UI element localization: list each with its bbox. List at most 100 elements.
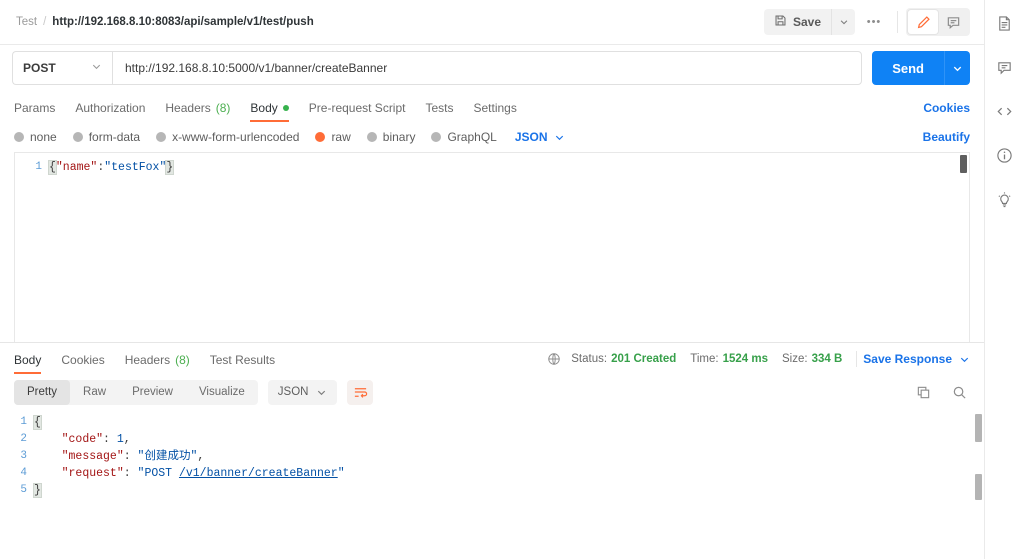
body-type-raw[interactable]: raw — [315, 130, 351, 144]
response-line-5: } — [33, 482, 984, 499]
chevron-down-icon — [960, 357, 969, 362]
save-button[interactable]: Save — [764, 9, 831, 35]
body-type-label: raw — [331, 130, 351, 144]
http-method-select[interactable]: POST — [12, 51, 112, 85]
tab-pre-request-script[interactable]: Pre-request Script — [299, 101, 416, 122]
size-group: Size: 334 B — [782, 353, 842, 365]
response-toolbar: Pretty Raw Preview Visualize JSON — [0, 374, 984, 410]
body-type-binary[interactable]: binary — [366, 130, 415, 144]
tab-label: Tests — [425, 101, 454, 115]
tab-tests[interactable]: Tests — [415, 101, 463, 122]
tab-label: Cookies — [61, 353, 105, 367]
scrollbar-thumb-top[interactable] — [975, 414, 982, 442]
toolbar-divider — [897, 11, 898, 33]
response-scrollbar[interactable] — [974, 412, 982, 557]
view-mode-visualize[interactable]: Visualize — [186, 380, 258, 405]
tab-label: Headers — [124, 353, 171, 367]
token-value-code: 1 — [116, 433, 124, 446]
tab-label: Body — [250, 101, 278, 115]
top-bar-actions: Save ••• — [763, 8, 970, 36]
code-snippet-icon[interactable] — [992, 98, 1018, 124]
tab-params[interactable]: Params — [14, 101, 65, 122]
body-type-label: GraphQL — [447, 130, 497, 144]
tab-label: Settings — [473, 101, 517, 115]
edit-button[interactable] — [908, 10, 938, 34]
wrap-text-icon — [354, 387, 368, 398]
response-body-viewer[interactable]: 1 2 3 4 5 { "code": 1, "message": "创建成功"… — [0, 410, 984, 559]
response-toolbar-actions — [912, 381, 970, 403]
response-request-path-link[interactable]: /v1/banner/createBanner — [179, 467, 338, 480]
tab-body[interactable]: Body — [240, 101, 298, 122]
scrollbar-thumb[interactable] — [960, 155, 967, 173]
copy-button[interactable] — [912, 381, 934, 403]
response-tab-cookies[interactable]: Cookies — [51, 353, 114, 374]
request-format-select[interactable]: JSON — [515, 130, 565, 144]
comments-icon[interactable] — [992, 54, 1018, 80]
size-value: 334 B — [811, 353, 843, 365]
tab-count: (8) — [175, 353, 190, 367]
body-type-label: form-data — [88, 130, 141, 144]
request-editor-scrollbar[interactable] — [959, 155, 967, 340]
response-meta: Status: 201 Created Time: 1524 ms Size: … — [547, 351, 970, 374]
tab-headers[interactable]: Headers (8) — [155, 101, 240, 122]
size-label: Size: — [782, 353, 808, 365]
line-number: 3 — [20, 450, 27, 462]
response-line-2: "code": 1, — [34, 431, 984, 448]
tips-icon[interactable] — [992, 186, 1018, 212]
search-button[interactable] — [948, 381, 970, 403]
tab-authorization[interactable]: Authorization — [65, 101, 155, 122]
save-dropdown-button[interactable] — [831, 9, 855, 35]
body-type-none[interactable]: none — [14, 130, 57, 144]
body-type-form-data[interactable]: form-data — [72, 130, 141, 144]
documentation-icon[interactable] — [992, 10, 1018, 36]
save-response-button[interactable]: Save Response — [863, 352, 952, 366]
token-value-message: "创建成功" — [137, 450, 198, 463]
scrollbar-thumb-bottom[interactable] — [975, 474, 982, 500]
request-tabs: Params Authorization Headers (8) Body Pr… — [0, 91, 984, 122]
search-icon — [953, 386, 966, 399]
url-input[interactable]: http://192.168.8.10:5000/v1/banner/creat… — [112, 51, 863, 85]
response-tab-headers[interactable]: Headers (8) — [115, 353, 200, 374]
body-type-graphql[interactable]: GraphQL — [431, 130, 497, 144]
url-row: POST http://192.168.8.10:5000/v1/banner/… — [0, 45, 984, 91]
more-options-button[interactable]: ••• — [859, 9, 889, 35]
view-mode-preview[interactable]: Preview — [119, 380, 186, 405]
radio-icon — [72, 132, 83, 142]
cookies-link[interactable]: Cookies — [923, 101, 970, 115]
chevron-down-icon — [953, 66, 962, 71]
request-tabs-right: Cookies — [923, 101, 970, 122]
response-tabs: Body Cookies Headers (8) Test Results St… — [0, 342, 984, 374]
line-number: 4 — [20, 467, 27, 479]
body-type-urlencoded[interactable]: x-www-form-urlencoded — [156, 130, 299, 144]
send-button[interactable]: Send — [872, 51, 944, 85]
time-group: Time: 1524 ms — [690, 353, 768, 365]
token-close-brace: } — [33, 483, 42, 498]
send-dropdown-button[interactable] — [944, 51, 970, 85]
body-type-label: none — [30, 130, 57, 144]
radio-icon — [14, 132, 24, 142]
request-body-code[interactable]: {"name":"testFox"} — [48, 153, 969, 342]
breadcrumb-root[interactable]: Test — [16, 16, 37, 28]
response-format-select[interactable]: JSON — [267, 379, 338, 405]
view-mode-raw[interactable]: Raw — [70, 380, 119, 405]
breadcrumb-request-name[interactable]: http://192.168.8.10:8083/api/sample/v1/t… — [52, 16, 313, 28]
body-modified-dot-icon — [282, 105, 289, 111]
comment-button[interactable] — [938, 10, 968, 34]
info-icon[interactable] — [992, 142, 1018, 168]
response-tab-body[interactable]: Body — [14, 353, 51, 374]
save-response-dropdown[interactable] — [959, 354, 970, 365]
response-meta-divider — [856, 351, 858, 367]
chevron-down-icon — [91, 61, 102, 75]
response-tab-test-results[interactable]: Test Results — [200, 353, 285, 374]
wrap-lines-button[interactable] — [347, 379, 374, 405]
status-group: Status: 201 Created — [571, 353, 676, 365]
request-body-editor[interactable]: 1 {"name":"testFox"} — [14, 152, 970, 342]
line-number: 1 — [35, 161, 42, 173]
tab-label: Authorization — [75, 101, 146, 115]
tab-count: (8) — [215, 101, 231, 115]
top-bar: Test / http://192.168.8.10:8083/api/samp… — [0, 0, 984, 45]
tab-settings[interactable]: Settings — [464, 101, 527, 122]
token-key-message: "message" — [61, 450, 124, 463]
view-mode-pretty[interactable]: Pretty — [14, 379, 71, 405]
beautify-link[interactable]: Beautify — [923, 130, 970, 144]
